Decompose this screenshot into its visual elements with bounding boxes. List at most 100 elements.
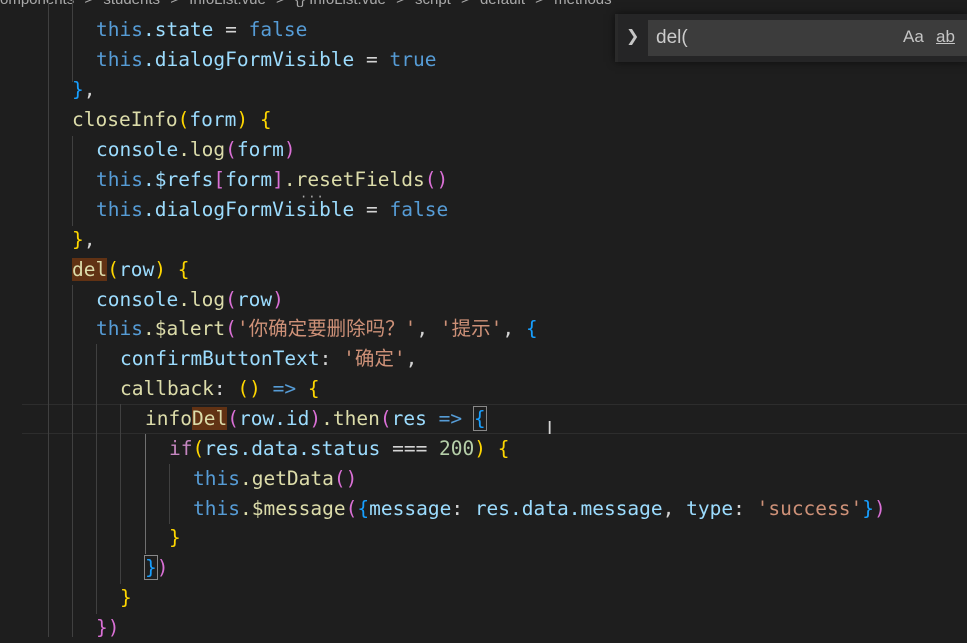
find-widget[interactable]: ❯ Aa ab	[615, 14, 967, 62]
token: (	[225, 138, 237, 161]
token: .state	[142, 18, 214, 41]
token: )	[236, 108, 249, 131]
token: :	[733, 497, 757, 520]
token: form	[225, 168, 273, 191]
code-line[interactable]: this.$refs[form].resetFields()	[96, 165, 448, 195]
whole-word-icon[interactable]: ab	[936, 27, 955, 47]
code-line[interactable]: })	[144, 553, 169, 583]
token: message	[369, 497, 452, 520]
token: })	[96, 616, 120, 639]
indent-guide	[145, 434, 146, 554]
code-line[interactable]: },	[72, 225, 96, 255]
token: res.data.status	[204, 437, 381, 460]
code-line[interactable]: },	[72, 75, 96, 105]
token: this	[96, 48, 143, 71]
token: =>	[260, 377, 308, 400]
bracket-match: }	[144, 555, 158, 580]
token: }	[72, 228, 84, 251]
token: res.data.message	[474, 497, 663, 520]
token: (	[177, 108, 190, 131]
token: this	[193, 467, 240, 490]
token: this	[96, 317, 143, 340]
token: {	[525, 317, 538, 340]
token: .log	[178, 288, 226, 311]
code-line[interactable]: })	[96, 613, 119, 643]
code-line[interactable]: this.dialogFormVisible = true	[96, 45, 437, 75]
code-line[interactable]: console.log(row)	[96, 285, 284, 315]
token: this	[96, 168, 143, 191]
token: true	[389, 48, 437, 71]
token: 200	[439, 437, 475, 460]
token: }	[169, 526, 181, 549]
code-line[interactable]: }	[120, 583, 132, 613]
token: this	[96, 18, 143, 41]
token: this	[193, 497, 240, 520]
code-line[interactable]: closeInfo(form) {	[72, 105, 272, 135]
code-line[interactable]: this.state = false	[96, 15, 307, 45]
token: ,	[405, 347, 418, 370]
token: (	[225, 317, 237, 340]
bracket-match: {	[472, 406, 487, 431]
token: res	[391, 407, 427, 430]
token: ()	[333, 467, 358, 490]
token: confirmButtonText	[120, 347, 320, 370]
token: )	[154, 258, 166, 281]
token: false	[389, 198, 449, 221]
indent-guide	[96, 344, 97, 614]
token: console	[96, 288, 179, 311]
token: info	[145, 407, 192, 430]
token: row	[238, 407, 275, 430]
token: '提示'	[439, 317, 503, 340]
token: )	[272, 288, 284, 311]
indent-guide	[72, 285, 73, 637]
code-line[interactable]: }	[169, 523, 181, 553]
token: =	[354, 48, 390, 71]
token: }	[72, 78, 84, 101]
code-line[interactable]: this.getData()	[193, 464, 357, 494]
token: row	[118, 258, 155, 281]
token: :	[213, 377, 238, 400]
token: ()	[424, 168, 449, 191]
match-case-icon[interactable]: Aa	[903, 27, 924, 47]
token: row	[236, 288, 273, 311]
token: type	[686, 497, 734, 520]
token: ,	[416, 317, 440, 340]
token: (	[227, 407, 239, 430]
code-line[interactable]: del(row) {	[72, 255, 189, 285]
code-line[interactable]: if(res.data.status === 200) {	[169, 434, 510, 464]
token: .then	[321, 407, 380, 430]
token: )	[309, 407, 322, 430]
token: (	[379, 407, 392, 430]
token: )	[283, 138, 296, 161]
search-match: Del	[191, 407, 228, 430]
token: '你确定要删除吗？'	[236, 317, 417, 340]
token: )	[874, 497, 886, 520]
token: closeInfo	[72, 108, 178, 131]
token: =	[213, 18, 249, 41]
token: .log	[178, 138, 226, 161]
token: (	[225, 288, 237, 311]
token: false	[248, 18, 308, 41]
token: (	[192, 437, 205, 460]
token: )	[156, 556, 169, 579]
code-line[interactable]: this.$message({message: res.data.message…	[193, 494, 886, 524]
indent-guide	[72, 136, 73, 226]
chevron-right-icon[interactable]: ❯	[626, 26, 639, 45]
token: {	[486, 437, 510, 460]
token: (	[107, 258, 119, 281]
indent-guide	[169, 464, 170, 524]
token: .getData	[239, 467, 334, 490]
token: ()	[237, 377, 261, 400]
code-line[interactable]: this.$alert('你确定要删除吗？', '提示', {	[96, 314, 538, 344]
token: )	[474, 437, 487, 460]
code-line[interactable]: console.log(form)	[96, 135, 296, 165]
i-beam-cursor-icon: I	[547, 418, 553, 439]
code-line[interactable]: this.dialogFormVisible = false	[96, 195, 448, 225]
code-line[interactable]: confirmButtonText: '确定',	[120, 344, 417, 374]
code-editor[interactable]: this.state = false this.dialogFormVisibl…	[0, 0, 967, 639]
token: {	[357, 497, 370, 520]
token: .id	[274, 407, 310, 430]
code-line[interactable]: infoDel(row.id).then(res => {	[145, 404, 487, 434]
code-line[interactable]: callback: () => {	[120, 374, 320, 404]
token: ]	[272, 168, 284, 191]
